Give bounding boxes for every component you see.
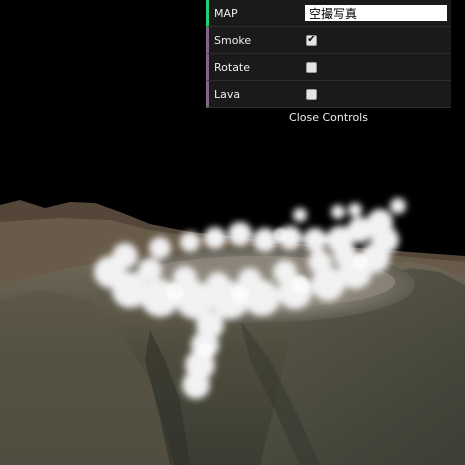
controls-panel: MAP Smoke ✔ Rotate Lava Close Controls [206,0,451,128]
smoke-label: Smoke [214,33,252,47]
smoke-control[interactable]: Smoke ✔ [206,27,451,54]
rotate-control[interactable]: Rotate [206,54,451,81]
smoke-checkbox[interactable]: ✔ [306,34,317,46]
close-controls-button[interactable]: Close Controls [206,108,451,128]
map-label: MAP [214,6,238,20]
rotate-label: Rotate [214,60,251,74]
map-input[interactable] [305,5,447,21]
rotate-checkbox[interactable] [306,61,317,73]
lava-label: Lava [214,87,241,101]
map-control: MAP [206,0,451,27]
lava-control[interactable]: Lava [206,81,451,108]
lava-checkbox[interactable] [306,88,317,100]
